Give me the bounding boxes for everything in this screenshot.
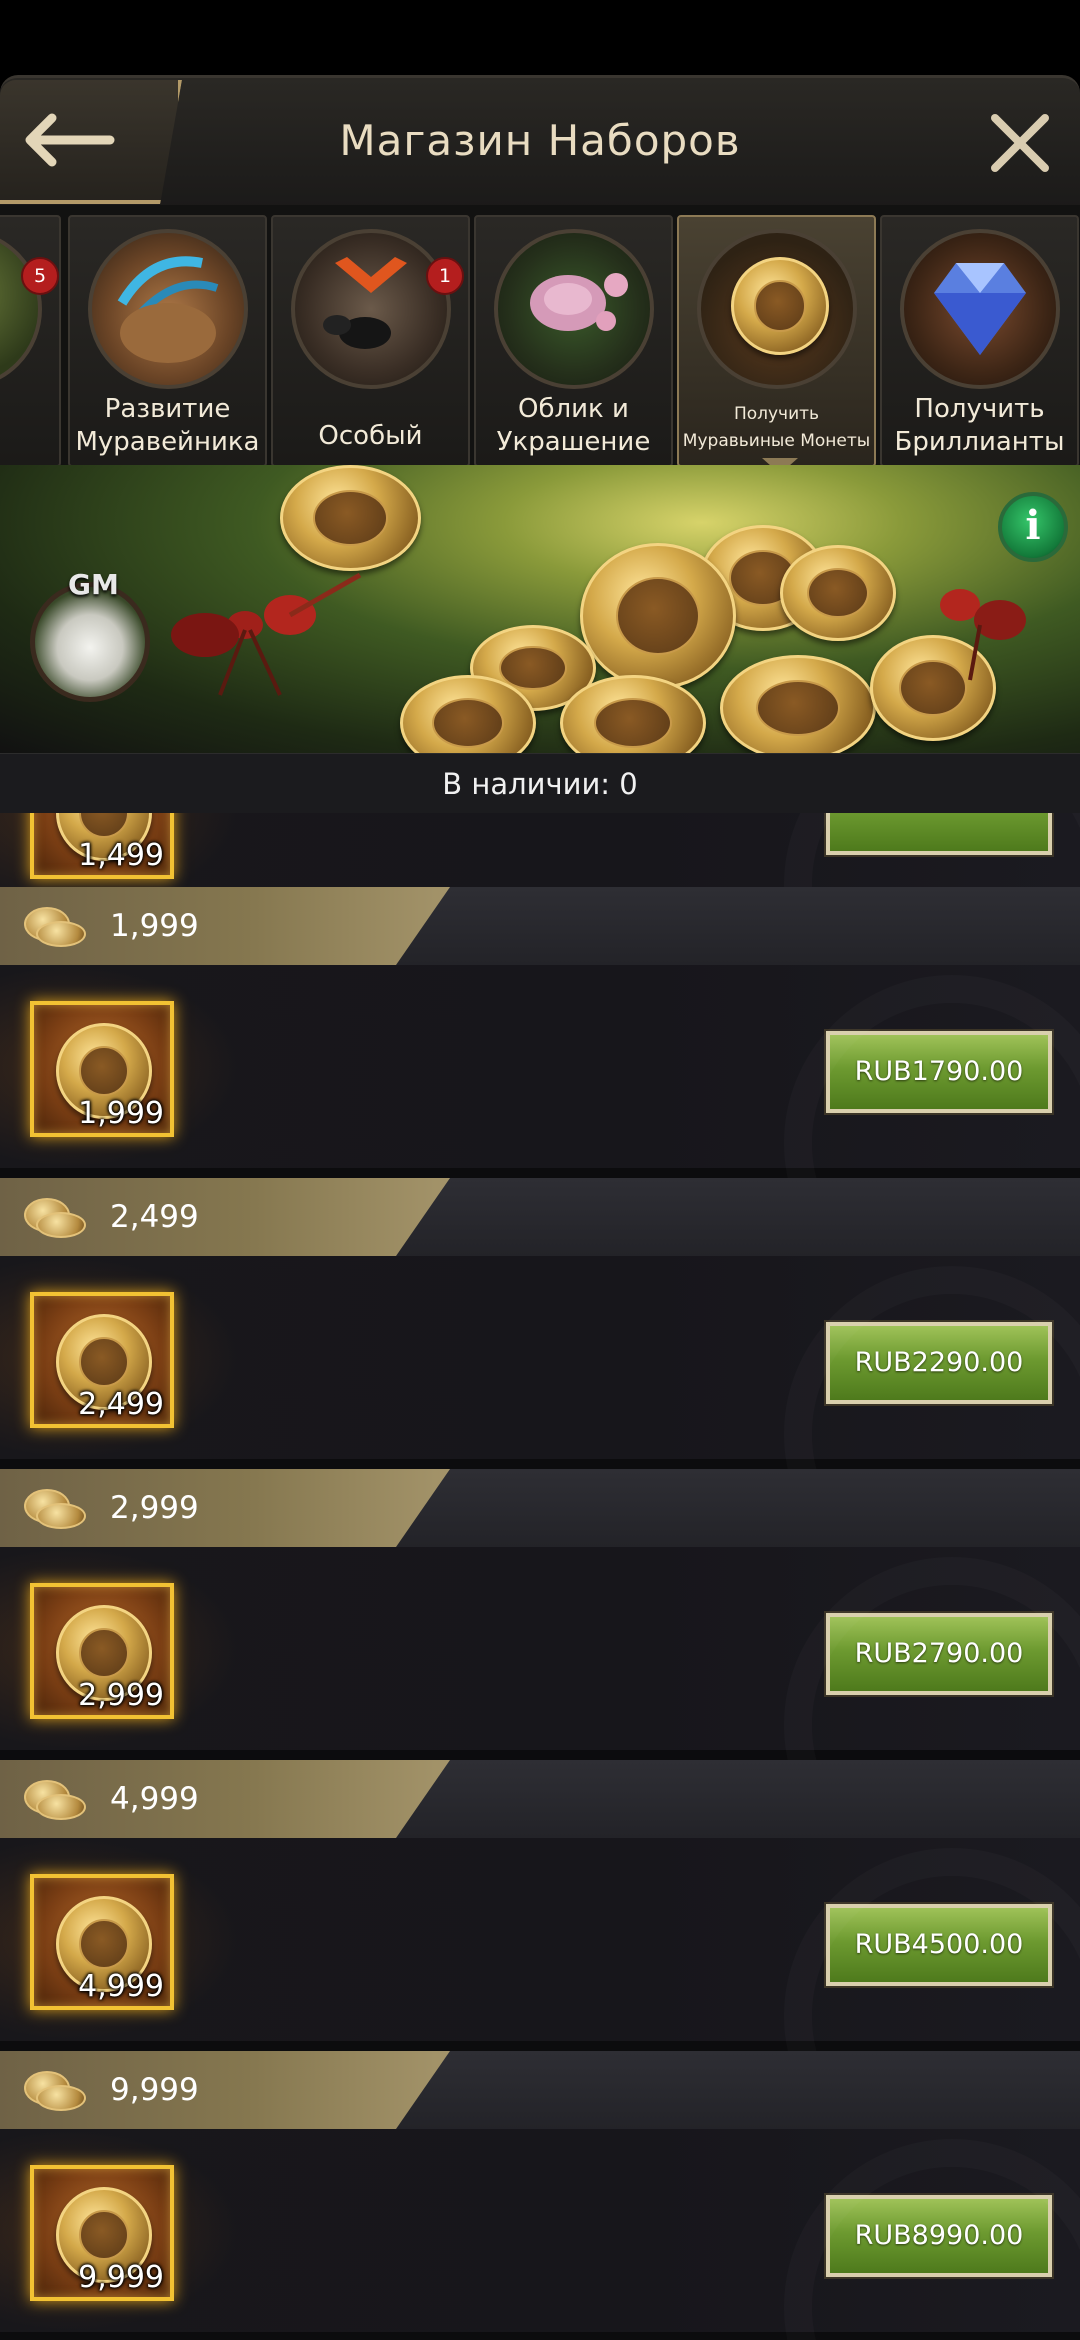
coin-pack-icon: 4,999 [30, 1874, 174, 2010]
tab-get-diamonds[interactable]: Получить Бриллианты [880, 215, 1079, 465]
anthill-dna-icon [88, 229, 248, 389]
coin-image [720, 655, 876, 753]
buy-button[interactable]: RUB2290.00 [824, 1320, 1054, 1406]
buy-button[interactable]: RUB2790.00 [824, 1611, 1054, 1697]
item-quantity: 2,499 [78, 1387, 164, 1422]
package-header: 1,999 [0, 887, 1080, 965]
package-amount: 2,999 [110, 1490, 199, 1526]
tab-anthill-development[interactable]: Развитие Муравейника [68, 215, 267, 465]
item-quantity: 1,499 [78, 838, 164, 873]
tab-get-ant-coins[interactable]: Получить Муравьиные Монеты [677, 215, 876, 465]
tab-special[interactable]: 1 Особый [271, 215, 470, 465]
list-item: 2,999 RUB2790.00 [0, 1547, 1080, 1750]
package-amount: 1,999 [110, 908, 199, 944]
notification-badge: 5 [21, 257, 59, 295]
coin-image [780, 545, 896, 641]
item-quantity: 9,999 [78, 2260, 164, 2295]
package-header: 9,999 [0, 2051, 1080, 2129]
list-item: 2,499 RUB2290.00 [0, 1256, 1080, 1459]
buy-button[interactable]: RUB8990.00 [824, 2193, 1054, 2279]
tab-label: Получить Муравьиные Монеты [682, 404, 871, 451]
list-item: 1,999 RUB1790.00 [0, 965, 1080, 1168]
flower-icon [494, 229, 654, 389]
package-amount: 9,999 [110, 2072, 199, 2108]
list-item: 4,999 RUB4500.00 [0, 1838, 1080, 2041]
item-quantity: 1,999 [78, 1096, 164, 1131]
buy-button[interactable] [824, 813, 1054, 857]
coin-stack-icon [24, 1489, 86, 1529]
package-list[interactable]: 1,499 1,999 1,999 RUB1790.00 2,499 2,499… [0, 813, 1080, 2340]
close-button[interactable] [985, 108, 1055, 178]
status-bar [0, 0, 1080, 75]
package-amount: 2,499 [110, 1199, 199, 1235]
coin-pack-icon: 1,999 [30, 1001, 174, 1137]
coin-pack-icon: 2,999 [30, 1583, 174, 1719]
top-bar: Магазин Наборов [0, 75, 1080, 208]
red-ant-image [171, 572, 362, 696]
category-tabs: 5 ва Развитие Муравейника 1 Особый [0, 205, 1080, 465]
coin-stack-icon [24, 2071, 86, 2111]
page-title: Магазин Наборов [339, 116, 741, 165]
item-quantity: 2,999 [78, 1678, 164, 1713]
tab-appearance-decoration[interactable]: Облик и Украшение [474, 215, 673, 465]
tab-label: Особый [318, 421, 423, 451]
coin-pack-icon: 2,499 [30, 1292, 174, 1428]
tab-label: Развитие Муравейника [75, 394, 260, 457]
diamond-icon [900, 229, 1060, 389]
close-icon [991, 114, 1049, 172]
buy-button[interactable]: RUB1790.00 [824, 1029, 1054, 1115]
package-amount: 4,999 [110, 1781, 199, 1817]
ant-coins-banner [0, 465, 1080, 753]
buy-button[interactable]: RUB4500.00 [824, 1902, 1054, 1988]
ant-nest-icon [0, 229, 42, 389]
package-header: 2,999 [0, 1469, 1080, 1547]
item-quantity: 4,999 [78, 1969, 164, 2004]
package-header: 4,999 [0, 1760, 1080, 1838]
notification-badge: 1 [426, 257, 464, 295]
package-header: 2,499 [0, 1178, 1080, 1256]
info-button[interactable]: i [998, 492, 1068, 562]
coin-pack-icon: 1,499 [30, 813, 174, 879]
coin-stack-icon [24, 1198, 86, 1238]
coin-pack-icon: 9,999 [30, 2165, 174, 2301]
coin-stack-icon [24, 907, 86, 947]
gm-label: GM [68, 568, 119, 601]
tab-label: Облик и Украшение [496, 394, 651, 457]
red-ant-image [940, 589, 1026, 681]
special-ants-icon [291, 229, 451, 389]
ant-coin-icon [697, 229, 857, 389]
tab-label: Получить Бриллианты [894, 394, 1065, 457]
tab-label: ва [0, 426, 59, 459]
stock-status: В наличии: 0 [0, 753, 1080, 814]
tab-partial[interactable]: 5 ва [0, 215, 61, 465]
list-item: 9,999 RUB8990.00 [0, 2129, 1080, 2332]
coin-stack-icon [24, 1780, 86, 1820]
coin-image [580, 543, 736, 689]
